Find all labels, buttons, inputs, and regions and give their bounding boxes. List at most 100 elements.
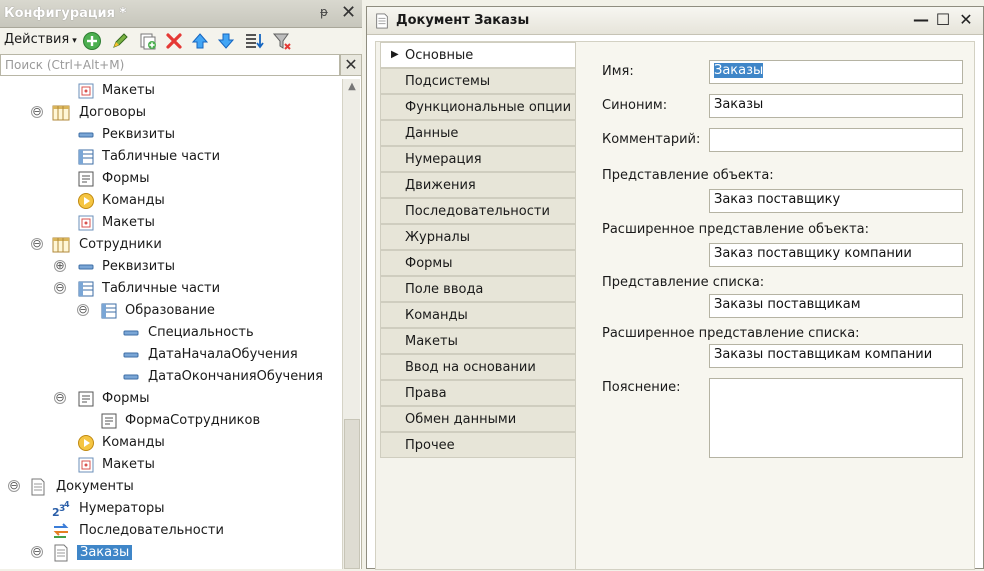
tree-item-label: Реквизиты (102, 127, 175, 142)
synonym-field[interactable]: Заказы (709, 94, 963, 118)
scroll-up-icon[interactable]: ▲ (344, 81, 360, 97)
tree-item[interactable]: ДатаНачалаОбучения (0, 344, 340, 366)
comment-field[interactable] (709, 128, 963, 152)
tab-label: Формы (405, 256, 453, 271)
form-icon (78, 171, 94, 187)
tab-data[interactable]: Данные (380, 120, 576, 146)
scroll-thumb[interactable] (344, 419, 360, 569)
tree-item[interactable]: Команды (0, 432, 340, 454)
tab-movements[interactable]: Движения (380, 172, 576, 198)
move-down-icon[interactable] (216, 31, 236, 51)
extended-object-representation-label: Расширенное представление объекта: (602, 222, 870, 237)
catalog-icon (52, 105, 70, 121)
tab-label: Команды (405, 308, 468, 323)
tree-item[interactable]: 234 Нумераторы (0, 498, 340, 520)
search-clear-button[interactable]: ✕ (340, 54, 362, 76)
tab-input-based-on[interactable]: Ввод на основании (380, 354, 576, 380)
collapse-toggle[interactable]: ⊖ (8, 480, 20, 492)
tabular-icon (78, 149, 94, 165)
tab-input-field[interactable]: Поле ввода (380, 276, 576, 302)
collapse-toggle[interactable]: ⊖ (54, 282, 66, 294)
explanation-field[interactable] (709, 378, 963, 458)
list-representation-label: Представление списка: (602, 275, 765, 290)
tree-item-label: Макеты (102, 83, 155, 98)
tree-item-label: Команды (102, 435, 165, 450)
tab-functional-options[interactable]: Функциональные опции (380, 94, 576, 120)
tree-item[interactable]: Специальность (0, 322, 340, 344)
object-representation-label: Представление объекта: (602, 168, 774, 183)
tab-data-exchange[interactable]: Обмен данными (380, 406, 576, 432)
tree-item[interactable]: Макеты (0, 80, 340, 102)
tree-item[interactable]: Реквизиты (0, 124, 340, 146)
tree-item[interactable]: ⊕ Реквизиты (0, 256, 340, 278)
sort-icon[interactable] (244, 31, 264, 51)
tree-item-label: Специальность (148, 325, 254, 340)
tab-label: Права (405, 386, 447, 401)
configuration-titlebar: Конфигурация * ᵽ ✕ (0, 0, 362, 28)
tree-item[interactable]: Макеты (0, 212, 340, 234)
tree-item[interactable]: ДатаОкончанияОбучения (0, 366, 340, 388)
search-input[interactable] (0, 54, 340, 76)
close-window-button[interactable]: ✕ (956, 10, 976, 30)
tree-item-label: Формы (102, 171, 150, 186)
expand-toggle[interactable]: ⊕ (54, 260, 66, 272)
tab-rights[interactable]: Права (380, 380, 576, 406)
tree-item[interactable]: ⊖ Формы (0, 388, 340, 410)
tree-item[interactable]: ⊖ Образование (0, 300, 340, 322)
list-representation-field[interactable]: Заказы поставщикам (709, 294, 963, 318)
move-up-icon[interactable] (190, 31, 210, 51)
catalog-icon (52, 237, 70, 253)
tab-journals[interactable]: Журналы (380, 224, 576, 250)
edit-icon[interactable] (110, 31, 130, 51)
tab-commands[interactable]: Команды (380, 302, 576, 328)
tree-item[interactable]: ⊖ Заказы (0, 542, 340, 564)
tab-forms[interactable]: Формы (380, 250, 576, 276)
delete-icon[interactable] (164, 31, 184, 51)
name-field[interactable]: Заказы (709, 60, 963, 84)
collapse-toggle[interactable]: ⊖ (31, 546, 43, 558)
actions-menu[interactable]: Действия ▾ (4, 32, 77, 47)
close-panel-button[interactable]: ✕ (341, 2, 356, 23)
attribute-icon (78, 264, 94, 270)
properties-tabs: ▶ Основные Подсистемы Функциональные опц… (380, 42, 576, 571)
minimize-button[interactable]: — (911, 10, 931, 30)
tree-item[interactable]: Последовательности (0, 520, 340, 542)
tree-item-label: Формы (102, 391, 150, 406)
filter-icon[interactable] (272, 31, 292, 51)
tree-item-label: Табличные части (102, 149, 221, 164)
copy-icon[interactable] (138, 31, 158, 51)
layout-icon (78, 215, 94, 231)
add-icon[interactable] (82, 31, 102, 51)
tree-item[interactable]: ФормаСотрудников (0, 410, 340, 432)
tab-numbering[interactable]: Нумерация (380, 146, 576, 172)
extended-object-representation-field[interactable]: Заказ поставщику компании (709, 243, 963, 267)
attribute-icon (78, 132, 94, 138)
maximize-button[interactable]: ☐ (933, 10, 953, 30)
tree-item[interactable]: Табличные части (0, 146, 340, 168)
object-representation-field[interactable]: Заказ поставщику (709, 189, 963, 213)
collapse-toggle[interactable]: ⊖ (54, 392, 66, 404)
tabular-icon (78, 281, 94, 297)
tab-subsystems[interactable]: Подсистемы (380, 68, 576, 94)
tab-layouts[interactable]: Макеты (380, 328, 576, 354)
tree-scrollbar[interactable]: ▲ (342, 79, 360, 569)
collapse-toggle[interactable]: ⊖ (31, 238, 43, 250)
collapse-toggle[interactable]: ⊖ (77, 304, 89, 316)
tree-item-label: Макеты (102, 215, 155, 230)
tab-sequences[interactable]: Последовательности (380, 198, 576, 224)
tree-item[interactable]: ⊖ Документы (0, 476, 340, 498)
tab-label: Функциональные опции (405, 100, 572, 115)
collapse-toggle[interactable]: ⊖ (31, 106, 43, 118)
pin-icon[interactable]: ᵽ (320, 5, 328, 19)
command-icon (78, 193, 94, 209)
tree-item[interactable]: ⊖ Сотрудники (0, 234, 340, 256)
tab-main[interactable]: ▶ Основные (380, 42, 576, 68)
tree-item[interactable]: ⊖ Табличные части (0, 278, 340, 300)
tab-other[interactable]: Прочее (380, 432, 576, 458)
tree-item[interactable]: ⊖ Договоры (0, 102, 340, 124)
extended-list-representation-field[interactable]: Заказы поставщикам компании (709, 344, 963, 368)
tree-item-label: Нумераторы (79, 501, 165, 516)
tree-item[interactable]: Команды (0, 190, 340, 212)
tree-item[interactable]: Формы (0, 168, 340, 190)
tree-item[interactable]: Макеты (0, 454, 340, 476)
